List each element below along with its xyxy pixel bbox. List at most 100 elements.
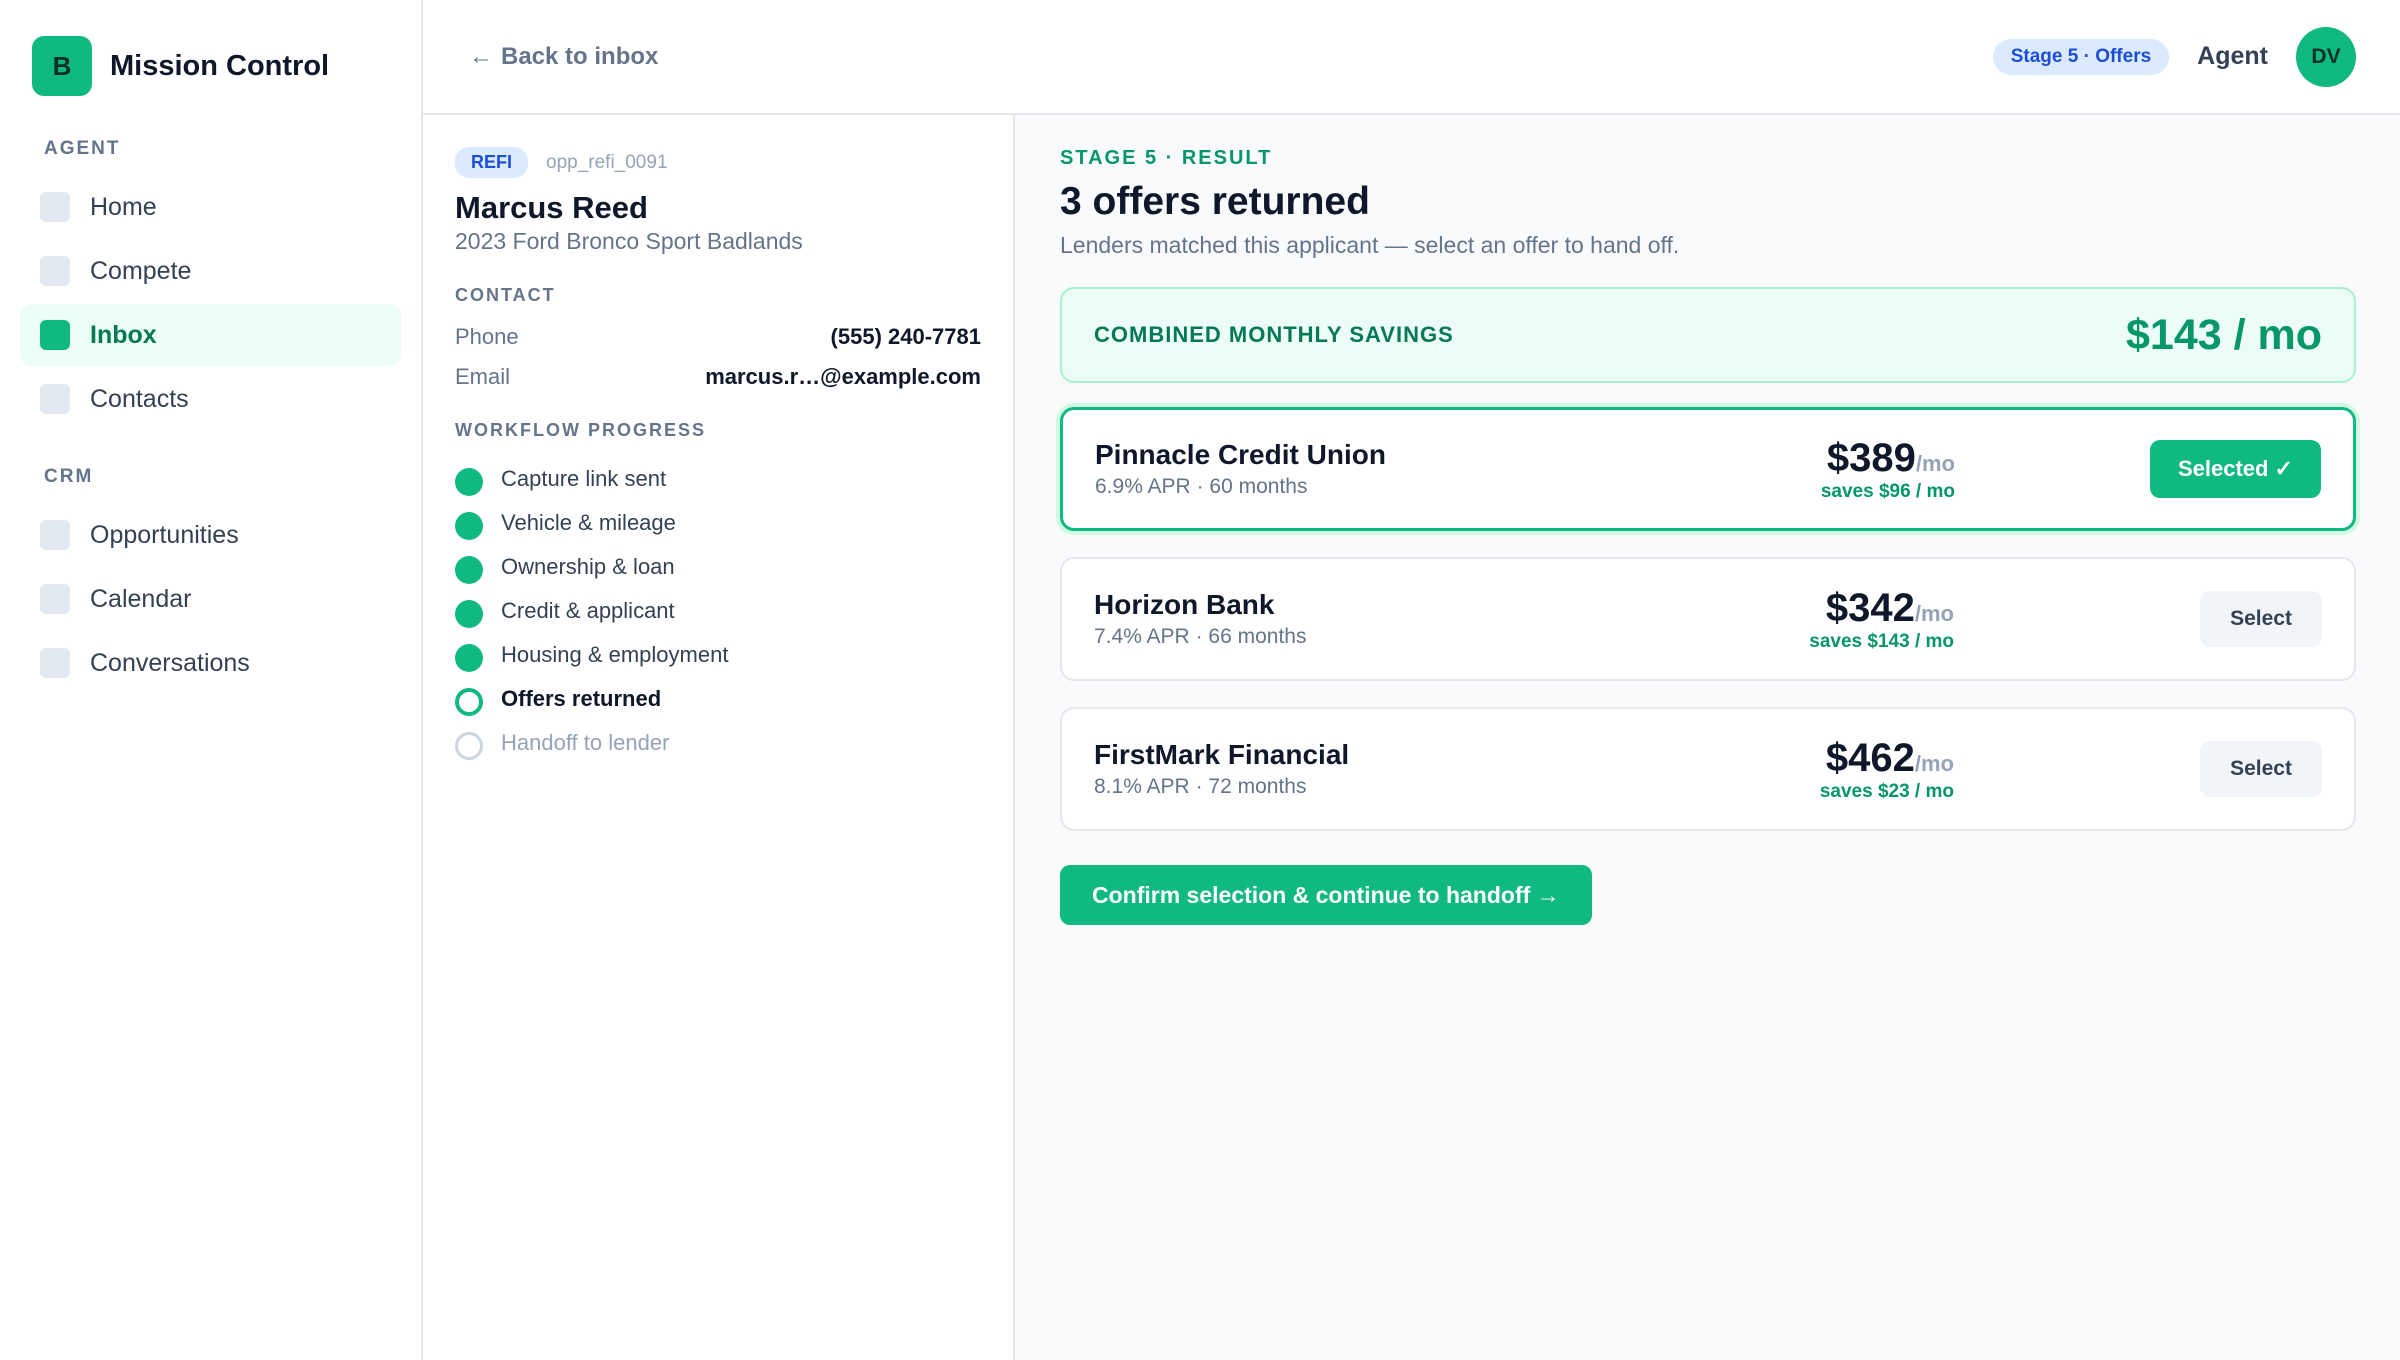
step-complete-icon (455, 600, 483, 628)
phone-value[interactable]: (555) 240-7781 (831, 324, 981, 350)
workflow-step-pending: Handoff to lender (455, 721, 981, 765)
offer-savings: saves $96 / mo (1820, 480, 1955, 502)
offer-price: $389/mo saves $96 / mo (1655, 436, 1955, 503)
offer-action: Select (2200, 741, 2322, 797)
sidebar: B Mission Control AGENT Home Compete Inb… (0, 0, 423, 1360)
sidebar-item-opportunities[interactable]: Opportunities (20, 504, 401, 566)
brand-name: Mission Control (110, 49, 330, 82)
step-complete-icon (455, 556, 483, 584)
arrow-left-icon: ← (469, 42, 493, 70)
step-complete-icon (455, 512, 483, 540)
sidebar-item-label: Compete (90, 256, 192, 285)
step-label: Vehicle & mileage (501, 510, 676, 535)
back-to-inbox-link[interactable]: ← Back to inbox (469, 43, 658, 71)
stage-eyebrow: STAGE 5 · RESULT (1060, 147, 1273, 169)
lender-name: Pinnacle Credit Union (1095, 439, 1386, 470)
step-label: Credit & applicant (501, 598, 675, 623)
lender-name: Horizon Bank (1094, 589, 1275, 620)
workflow-step: Vehicle & mileage (455, 501, 981, 545)
offer-card[interactable]: Pinnacle Credit Union 6.9% APR · 60 mont… (1060, 407, 2356, 531)
workflow-step: Capture link sent (455, 457, 981, 501)
sidebar-item-contacts[interactable]: Contacts (20, 368, 401, 430)
step-label: Handoff to lender (501, 730, 670, 755)
email-value[interactable]: marcus.r…@example.com (705, 364, 981, 390)
topbar-right: Stage 5 · Offers Agent DV (1992, 26, 2356, 87)
lender-name: FirstMark Financial (1094, 739, 1350, 770)
offer-price: $342/mo saves $143 / mo (1654, 586, 1954, 653)
apr: 6.9% APR (1095, 475, 1191, 498)
vehicle-description: 2023 Ford Bronco Sport Badlands (455, 228, 803, 254)
offer-card[interactable]: FirstMark Financial 8.1% APR · 72 months… (1060, 707, 2356, 831)
sidebar-item-inbox[interactable]: Inbox (20, 304, 401, 366)
role-label: Agent (2197, 42, 2268, 70)
avatar[interactable]: DV (2296, 26, 2356, 87)
step-label: Capture link sent (501, 466, 667, 491)
monthly-payment: $462/mo (1654, 736, 1954, 781)
email-row: Email marcus.r…@example.com (455, 364, 981, 390)
confirm-handoff-button[interactable]: Confirm selection & continue to handoff … (1060, 865, 1592, 925)
term: 60 months (1209, 475, 1308, 498)
brand[interactable]: B Mission Control (20, 36, 401, 96)
back-link-label: Back to inbox (501, 42, 659, 70)
contact-section-label: CONTACT (455, 285, 556, 305)
home-icon (40, 192, 70, 222)
payment-amount: $462 (1825, 735, 1915, 780)
step-complete-icon (455, 644, 483, 672)
opportunity-detail-panel: REFI opp_refi_0091 Marcus Reed 2023 Ford… (423, 115, 1015, 1360)
loan-terms: 6.9% APR · 60 months (1095, 475, 1655, 499)
workflow-step-current: Offers returned (455, 677, 981, 721)
combined-savings-card: COMBINED MONTHLY SAVINGS $143 / mo (1060, 287, 2356, 383)
compete-icon (40, 256, 70, 286)
page-title: 3 offers returned (1060, 180, 1370, 223)
workflow-steps: Capture link sent Vehicle & mileage Owne… (455, 457, 981, 765)
per-month-suffix: /mo (1915, 450, 1955, 476)
workflow-step: Ownership & loan (455, 545, 981, 589)
term-separator: · (1189, 625, 1209, 648)
per-month-suffix: /mo (1914, 600, 1954, 626)
page-subtitle: Lenders matched this applicant — select … (1060, 232, 1680, 258)
sidebar-item-label: Conversations (90, 648, 250, 677)
offer-savings: saves $23 / mo (1819, 780, 1954, 802)
sidebar-item-label: Opportunities (90, 520, 239, 549)
savings-label: COMBINED MONTHLY SAVINGS (1094, 322, 1454, 347)
step-complete-icon (455, 468, 483, 496)
applicant-name: Marcus Reed (455, 190, 648, 225)
offers-panel: STAGE 5 · RESULT 3 offers returned Lende… (1015, 115, 2400, 1360)
contacts-icon (40, 384, 70, 414)
sidebar-item-home[interactable]: Home (20, 176, 401, 238)
sidebar-item-compete[interactable]: Compete (20, 240, 401, 302)
step-pending-icon (455, 732, 483, 760)
apr: 7.4% APR (1094, 625, 1190, 648)
type-badge: REFI (455, 147, 529, 178)
sidebar-item-calendar[interactable]: Calendar (20, 568, 401, 630)
topbar: ← Back to inbox Stage 5 · Offers Agent D… (423, 0, 2400, 115)
per-month-suffix: /mo (1914, 750, 1954, 776)
sidebar-item-label: Home (90, 192, 157, 221)
select-button[interactable]: Select (2200, 741, 2322, 797)
step-current-icon (455, 688, 483, 716)
payment-amount: $342 (1825, 585, 1915, 630)
offer-savings: saves $143 / mo (1809, 630, 1954, 652)
payment-amount: $389 (1826, 435, 1916, 480)
conversations-icon (40, 648, 70, 678)
offer-lender: Horizon Bank 7.4% APR · 66 months (1094, 589, 1654, 649)
workflow-step: Housing & employment (455, 633, 981, 677)
inbox-icon (40, 320, 70, 350)
workflow-step: Credit & applicant (455, 589, 981, 633)
loan-terms: 7.4% APR · 66 months (1094, 625, 1654, 649)
app-window: B Mission Control AGENT Home Compete Inb… (0, 0, 2400, 1360)
calendar-icon (40, 584, 70, 614)
stage-badge: Stage 5 · Offers (1992, 38, 2170, 75)
loan-terms: 8.1% APR · 72 months (1094, 775, 1654, 799)
nav-section-crm: CRM (44, 466, 94, 487)
apr: 8.1% APR (1094, 775, 1190, 798)
selected-button[interactable]: Selected ✓ (2149, 440, 2321, 498)
select-button[interactable]: Select (2200, 591, 2322, 647)
sidebar-item-conversations[interactable]: Conversations (20, 632, 401, 694)
offer-card[interactable]: Horizon Bank 7.4% APR · 66 months $342/m… (1060, 557, 2356, 681)
phone-row: Phone (555) 240-7781 (455, 324, 981, 350)
nav-section-agent: AGENT (44, 138, 121, 159)
sidebar-item-label: Contacts (90, 384, 189, 413)
term-separator: · (1190, 475, 1210, 498)
sidebar-item-label: Inbox (90, 320, 157, 349)
